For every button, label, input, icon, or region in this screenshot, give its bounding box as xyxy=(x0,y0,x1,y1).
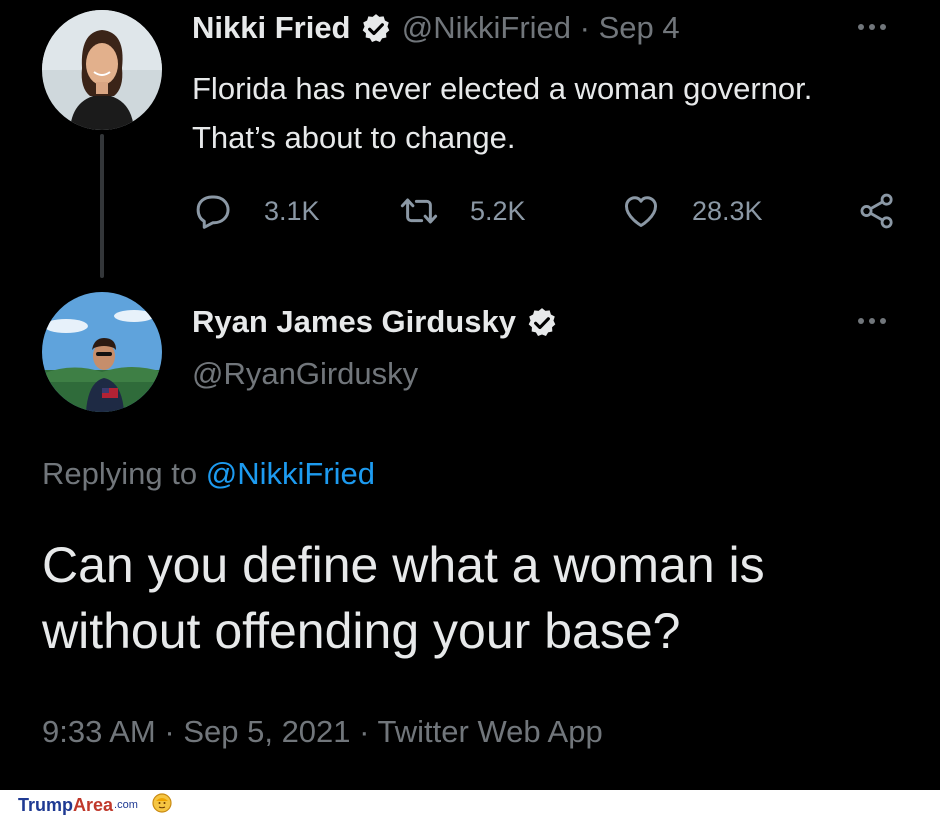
reply-author-header: Ryan James Girdusky xyxy=(192,302,559,344)
replying-to-handle-link[interactable]: @NikkiFried xyxy=(206,456,375,491)
reply-tweet-text: Can you define what a woman is without o… xyxy=(42,537,765,659)
reply-author-name[interactable]: Ryan James Girdusky xyxy=(192,304,516,339)
share-icon xyxy=(856,190,898,232)
tweet-source[interactable]: Twitter Web App xyxy=(378,714,603,749)
watermark-text-area: Area xyxy=(73,794,114,815)
header-separator: · xyxy=(579,10,590,45)
site-watermark: Trump Area .com xyxy=(18,792,172,817)
meta-separator: · xyxy=(359,714,370,749)
reply-button[interactable]: 3.1K xyxy=(192,190,320,232)
ryan-girdusky-avatar[interactable] xyxy=(42,292,162,412)
retweet-count: 5.2K xyxy=(470,195,526,226)
retweet-icon xyxy=(398,190,440,232)
like-count: 28.3K xyxy=(692,195,763,226)
watermark-logo-icon xyxy=(152,792,172,817)
reply-author-handle[interactable]: @RyanGirdusky xyxy=(192,354,418,394)
more-options-icon[interactable] xyxy=(858,318,886,324)
tweet-time[interactable]: 9:33 AM xyxy=(42,714,156,749)
share-button[interactable] xyxy=(856,190,898,232)
tweet-screen: Nikki Fried @NikkiFried · Sep 4 Florida … xyxy=(0,0,940,790)
original-tweet-text: Florida has never elected a woman govern… xyxy=(192,71,813,155)
like-button[interactable]: 28.3K xyxy=(620,190,763,232)
thread-connector-line xyxy=(100,134,104,278)
author-name[interactable]: Nikki Fried xyxy=(192,10,351,45)
replying-prefix: Replying to xyxy=(42,456,198,491)
original-tweet-header: Nikki Fried @NikkiFried · Sep 4 xyxy=(192,8,680,50)
tweet-full-date[interactable]: Sep 5, 2021 xyxy=(183,714,350,749)
reply-count: 3.1K xyxy=(264,195,320,226)
retweet-button[interactable]: 5.2K xyxy=(398,190,526,232)
replying-to-line: Replying to @NikkiFried xyxy=(42,454,375,494)
watermark-text-trump: Trump xyxy=(18,794,74,815)
meta-separator: · xyxy=(164,714,175,749)
more-options-icon[interactable] xyxy=(858,24,886,30)
author-handle[interactable]: @NikkiFried xyxy=(402,10,571,45)
verified-badge-icon xyxy=(359,10,393,50)
tweet-metadata: 9:33 AM · Sep 5, 2021 · Twitter Web App xyxy=(42,712,603,752)
heart-icon xyxy=(620,190,662,232)
tweet-date[interactable]: Sep 4 xyxy=(599,10,680,45)
tweet-action-bar: 3.1K 5.2K 28.3K xyxy=(192,190,902,234)
verified-badge-icon xyxy=(525,304,559,344)
watermark-text-com: .com xyxy=(114,799,138,811)
reply-icon xyxy=(192,190,234,232)
nikki-fried-avatar[interactable] xyxy=(42,10,162,130)
